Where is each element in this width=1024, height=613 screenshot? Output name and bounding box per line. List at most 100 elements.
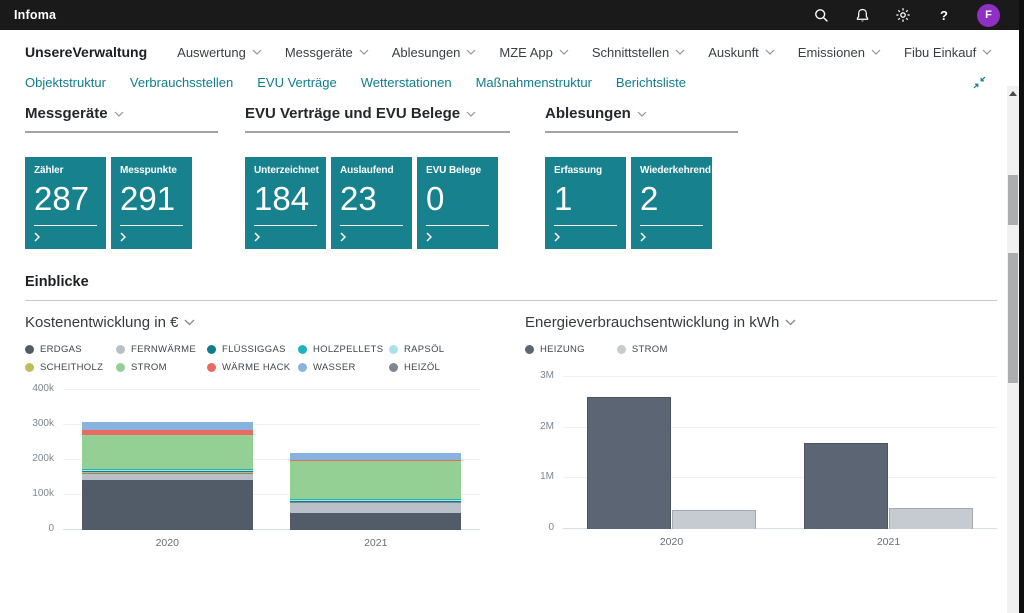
cue-tile-messpunkte[interactable]: Messpunkte291 xyxy=(111,157,192,249)
cue-tiles: Unterzeichnet184Auslaufend23EVU Belege0 xyxy=(245,157,510,249)
cue-tile-auslaufend[interactable]: Auslaufend23 xyxy=(331,157,412,249)
menu-emissionen[interactable]: Emissionen xyxy=(798,45,881,60)
chevron-down-icon xyxy=(675,49,685,55)
cue-groups-row: Messgeräte Zähler287Messpunkte291 EVU Vert… xyxy=(25,105,997,249)
chart-title-dropdown[interactable]: Kostenentwicklung in € xyxy=(25,314,480,331)
legend-item-heiz-l: HEIZÖL xyxy=(389,358,480,376)
y-tick-label: 3M xyxy=(540,371,554,381)
chart-title-dropdown[interactable]: Energieverbrauchsentwicklung in kWh xyxy=(525,314,997,331)
bar-segment-wasser[interactable] xyxy=(82,422,253,430)
charts-row: Kostenentwicklung in € ERDGASFERNWÄRMEFL… xyxy=(25,314,997,549)
chevron-down-icon xyxy=(785,319,796,326)
bar-segment-erdgas[interactable] xyxy=(82,480,253,530)
x-category-label: 2020 xyxy=(63,537,272,549)
menu-mze-app[interactable]: MZE App xyxy=(499,45,568,60)
cue-tiles: Erfassung1 Wiederkehrend 2 xyxy=(545,157,738,249)
open-chevron-icon xyxy=(554,232,560,242)
settings-icon[interactable] xyxy=(895,7,911,23)
cue-group-title[interactable]: Messgeräte xyxy=(25,105,218,133)
navigation-ribbon: UnsereVerwaltung Auswertung Messgeräte Abl… xyxy=(0,30,1024,99)
bar-strom[interactable] xyxy=(672,510,757,529)
bar-segment-wasser[interactable] xyxy=(290,453,461,460)
cue-tile-wiederkehrend[interactable]: Wiederkehrend 2 xyxy=(631,157,712,249)
cue-group-title[interactable]: Ablesungen xyxy=(545,105,738,133)
bar-segment-strom[interactable] xyxy=(290,461,461,498)
cue-group-ablesungen: Ablesungen Erfassung1 Wiederkehrend 2 xyxy=(545,105,738,249)
collapse-icon[interactable] xyxy=(973,76,986,89)
vertical-scrollbar[interactable] xyxy=(1007,86,1019,613)
chevron-down-icon xyxy=(982,49,992,55)
bar-segment-heiz-l[interactable] xyxy=(82,472,253,474)
y-tick-label: 300k xyxy=(32,419,54,429)
plot xyxy=(563,377,997,529)
cue-value: 291 xyxy=(120,182,184,217)
scrollbar-up-icon[interactable] xyxy=(1009,91,1017,96)
menu-fibu-einkauf[interactable]: Fibu Einkauf xyxy=(904,45,992,60)
menu-auswertung[interactable]: Auswertung xyxy=(177,45,262,60)
menu-ablesungen[interactable]: Ablesungen xyxy=(392,45,477,60)
nav-link-ma-nahmenstruktur[interactable]: Maßnahmenstruktur xyxy=(476,75,592,90)
cue-tile-z-hler[interactable]: Zähler287 xyxy=(25,157,106,249)
scrollbar-thumb[interactable] xyxy=(1008,253,1018,383)
cue-tile-unterzeichnet[interactable]: Unterzeichnet184 xyxy=(245,157,326,249)
help-icon[interactable]: ? xyxy=(936,7,952,23)
bar-segment-holzpellets[interactable] xyxy=(290,499,461,500)
legend-chip xyxy=(617,345,626,354)
bar-segment-strom[interactable] xyxy=(82,435,253,469)
brand-logo[interactable]: Infoma xyxy=(14,8,56,22)
bar-segment-fernw-rme[interactable] xyxy=(290,503,461,513)
legend-chip xyxy=(298,345,307,354)
bar-segment-w-rme-hack[interactable] xyxy=(290,460,461,462)
nav-link-evu-vertr-ge[interactable]: EVU Verträge xyxy=(257,75,337,90)
x-axis: 20202021 xyxy=(563,536,997,548)
bar-segment-raps-l[interactable] xyxy=(82,470,253,471)
nav-link-verbrauchsstellen[interactable]: Verbrauchsstellen xyxy=(130,75,233,90)
chart-title: Kostenentwicklung in € xyxy=(25,314,178,331)
legend-chip xyxy=(207,363,216,372)
nav-links: Objektstruktur Verbrauchsstellen EVU Vertr… xyxy=(25,75,686,90)
nav-link-berichtsliste[interactable]: Berichtsliste xyxy=(616,75,686,90)
legend-item-fernw-rme: FERNWÄRME xyxy=(116,340,207,358)
chevron-down-icon xyxy=(871,49,881,55)
menu-messger-te[interactable]: Messgeräte xyxy=(285,45,369,60)
cue-label: Wiederkehrend xyxy=(640,165,704,176)
cue-tile-evu-belege[interactable]: EVU Belege0 xyxy=(417,157,498,249)
insights-heading: Einblicke xyxy=(25,274,997,290)
chevron-down-icon xyxy=(559,49,569,55)
bar-segment-heiz-l[interactable] xyxy=(290,501,461,502)
cue-tile-erfassung[interactable]: Erfassung1 xyxy=(545,157,626,249)
cue-group-messger-te: Messgeräte Zähler287Messpunkte291 xyxy=(25,105,218,249)
y-tick-label: 0 xyxy=(548,523,554,533)
scrollbar-thumb[interactable] xyxy=(1008,175,1018,225)
notifications-icon[interactable] xyxy=(854,7,870,23)
menu-schnittstellen[interactable]: Schnittstellen xyxy=(592,45,685,60)
nav-link-wetterstationen[interactable]: Wetterstationen xyxy=(361,75,452,90)
cue-group-title[interactable]: EVU Verträge und EVU Belege xyxy=(245,105,510,133)
nav-link-objektstruktur[interactable]: Objektstruktur xyxy=(25,75,106,90)
open-chevron-icon xyxy=(340,232,346,242)
legend-item-wasser: WASSER xyxy=(298,358,389,376)
avatar[interactable]: F xyxy=(977,4,1000,27)
bar-heizung[interactable] xyxy=(587,397,672,529)
menu-auskunft[interactable]: Auskunft xyxy=(708,45,775,60)
bar-segment-holzpellets[interactable] xyxy=(82,469,253,470)
cue-divider xyxy=(340,225,403,226)
cue-label: Zähler xyxy=(34,165,98,176)
legend-item-fl-ssiggas: FLÜSSIGGAS xyxy=(207,340,298,358)
cue-value: 0 xyxy=(426,182,490,217)
bar-heizung[interactable] xyxy=(804,443,889,529)
y-axis: 400k300k200k100k0 xyxy=(25,390,63,530)
bar-segment-w-rme-hack[interactable] xyxy=(82,430,253,435)
bar-segment-fernw-rme[interactable] xyxy=(82,474,253,480)
cue-value: 2 xyxy=(640,182,704,217)
search-icon[interactable] xyxy=(813,7,829,23)
cue-divider xyxy=(554,225,617,226)
bar-segment-erdgas[interactable] xyxy=(290,513,461,531)
nav-root[interactable]: UnsereVerwaltung xyxy=(25,44,147,60)
y-tick-label: 200k xyxy=(32,454,54,464)
chart-kostenentwicklung: Kostenentwicklung in € ERDGASFERNWÄRMEFL… xyxy=(25,314,480,549)
cue-divider xyxy=(640,225,703,226)
chevron-down-icon xyxy=(466,49,476,55)
bar-strom[interactable] xyxy=(889,508,974,529)
legend-item-holzpellets: HOLZPELLETS xyxy=(298,340,389,358)
